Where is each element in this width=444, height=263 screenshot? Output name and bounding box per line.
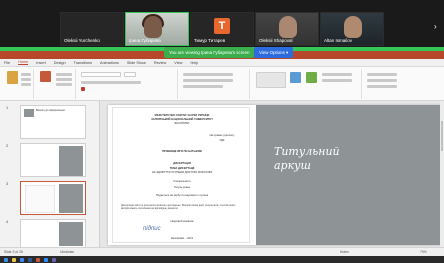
tab-view[interactable]: View [174, 61, 182, 65]
view-options-button[interactable]: View Options ▾ [254, 47, 294, 58]
participant-tile-avatar[interactable]: T Тимур Титарев [190, 12, 254, 46]
tab-animations[interactable]: Animations [100, 61, 119, 65]
status-bar: Slide 3 of 28 Ukrainian Notes 79% [0, 247, 444, 256]
chevron-right-icon[interactable]: › [434, 22, 440, 32]
participant-tile[interactable]: Oleksii Yurchenko [60, 12, 124, 46]
doc-topic-2: НА ЗДОБУТТЯ СТУПЕНЯ ДОКТОРА ФІЛОСОФІЇ [151, 171, 213, 174]
slide-canvas[interactable]: МІНІСТЕРСТВО ОСВІТИ І НАУКИ УКРАЇНИ ЗАПО… [108, 105, 440, 245]
tab-insert[interactable]: Insert [36, 61, 46, 65]
paragraph-group [180, 69, 250, 99]
slide-title[interactable]: Титульний аркуш [274, 145, 340, 173]
title-page-image: МІНІСТЕРСТВО ОСВІТИ І НАУКИ УКРАЇНИ ЗАПО… [112, 107, 250, 243]
tab-help[interactable]: Help [190, 61, 198, 65]
clipboard-group [4, 69, 34, 99]
doc-field: Галузь знань [173, 186, 191, 189]
drawing-group [252, 69, 362, 99]
slide-thumbnails-pane: 1 Вимоги до оформлення 2 3 4 [0, 101, 100, 253]
workspace: 1 Вимоги до оформлення 2 3 4 МІНІСТЕРСТВ… [0, 101, 444, 253]
powerpoint-window: File Home Insert Design Transitions Anim… [0, 51, 444, 256]
participant-face [279, 16, 297, 38]
zoom-level[interactable]: 79% [420, 250, 427, 254]
tab-slideshow[interactable]: Slide Show [127, 61, 146, 65]
doc-paragraph: Дисертація містить результати власних до… [121, 204, 236, 211]
participant-tile-video[interactable]: Oleksii Shapoval [255, 12, 319, 46]
powerpoint-icon[interactable] [36, 257, 40, 262]
participant-tile-video[interactable]: Altan Ismailov [320, 12, 384, 46]
participant-tile-video[interactable]: Ірина Губарева [125, 12, 189, 46]
zoom-participant-strip: Oleksii Yurchenko Ірина Губарева T Тимур… [0, 0, 444, 47]
select-icon[interactable] [367, 85, 397, 88]
participant-name: Oleksii Shapoval [259, 38, 293, 43]
slide-thumb-1[interactable]: Вимоги до оформлення [20, 105, 86, 139]
scrollbar-thumb[interactable] [441, 121, 443, 151]
doc-specialty: Спеціальність [173, 180, 191, 183]
editing-group [364, 69, 404, 99]
doc-type: ДИСЕРТАЦІЯ [173, 162, 191, 165]
quick-styles-icon[interactable] [306, 72, 317, 83]
folder-icon[interactable] [12, 257, 16, 262]
slide-title-line1: Титульний [274, 145, 340, 158]
new-slide-icon[interactable] [40, 71, 51, 82]
replace-icon[interactable] [367, 79, 397, 82]
font-color-icon[interactable] [81, 87, 85, 91]
doc-institution: ЗАПОРІЗЬКИЙ НАЦІОНАЛЬНИЙ УНІВЕРСИТЕТ [151, 118, 213, 121]
shapes-gallery[interactable] [256, 72, 286, 88]
participant-name: Altan Ismailov [324, 38, 353, 43]
ribbon [0, 67, 444, 101]
doc-degree: Подається на здобуття наукового ступеня [155, 194, 209, 197]
browser-icon[interactable] [20, 257, 24, 262]
slide-thumb-2[interactable] [20, 143, 86, 177]
tab-design[interactable]: Design [54, 61, 66, 65]
notes-button[interactable]: Notes [340, 250, 349, 254]
arrange-icon[interactable] [290, 72, 301, 83]
ribbon-tabs: File Home Insert Design Transitions Anim… [0, 59, 444, 67]
language-indicator[interactable]: Ukrainian [60, 250, 74, 254]
participant-name: Тимур Титарев [194, 38, 226, 43]
start-icon[interactable] [4, 257, 8, 262]
tab-home[interactable]: Home [18, 60, 29, 65]
tab-file[interactable]: File [4, 61, 10, 65]
share-banner: You are viewing Ірина Губарева's screen [164, 47, 255, 58]
tab-review[interactable]: Review [154, 61, 166, 65]
participant-face [344, 16, 362, 38]
doc-author: ПРІЗВИЩЕ ІМ'Я ПО БАТЬКОВІ [161, 150, 202, 153]
doc-ministry: МІНІСТЕРСТВО ОСВІТИ І НАУКИ УКРАЇНИ [154, 114, 210, 117]
slide-thumb-3[interactable] [20, 181, 86, 215]
thumb-title: Вимоги до оформлення [36, 109, 65, 112]
vertical-scrollbar[interactable] [440, 101, 444, 247]
word-icon[interactable] [28, 257, 32, 262]
zoom-icon[interactable] [44, 257, 48, 262]
participant-name: Ірина Губарева [129, 38, 161, 43]
font-size-field[interactable] [124, 72, 136, 77]
signature: підпис [143, 226, 161, 232]
participant-face [144, 16, 162, 38]
avatar: T [214, 18, 230, 34]
font-group [78, 69, 178, 99]
find-icon[interactable] [367, 73, 397, 76]
slide-title-line2: аркуш [274, 159, 311, 172]
doc-faculty: ФАКУЛЬТЕТ [174, 122, 190, 125]
paste-icon[interactable] [7, 71, 18, 84]
taskbar [0, 256, 444, 263]
title-panel: Титульний аркуш [256, 105, 440, 245]
slides-group [36, 69, 76, 99]
teams-icon[interactable] [52, 257, 56, 262]
doc-city-year: Запоріжжя – 2021 [170, 237, 194, 240]
tab-transitions[interactable]: Transitions [74, 61, 92, 65]
doc-topic: ТЕМА ДИСЕРТАЦІЇ [169, 167, 195, 170]
doc-supervisor: Науковий керівник [170, 220, 194, 223]
font-name-field[interactable] [81, 72, 121, 77]
slide-counter: Slide 3 of 28 [4, 250, 23, 254]
participant-name: Oleksii Yurchenko [64, 38, 100, 43]
